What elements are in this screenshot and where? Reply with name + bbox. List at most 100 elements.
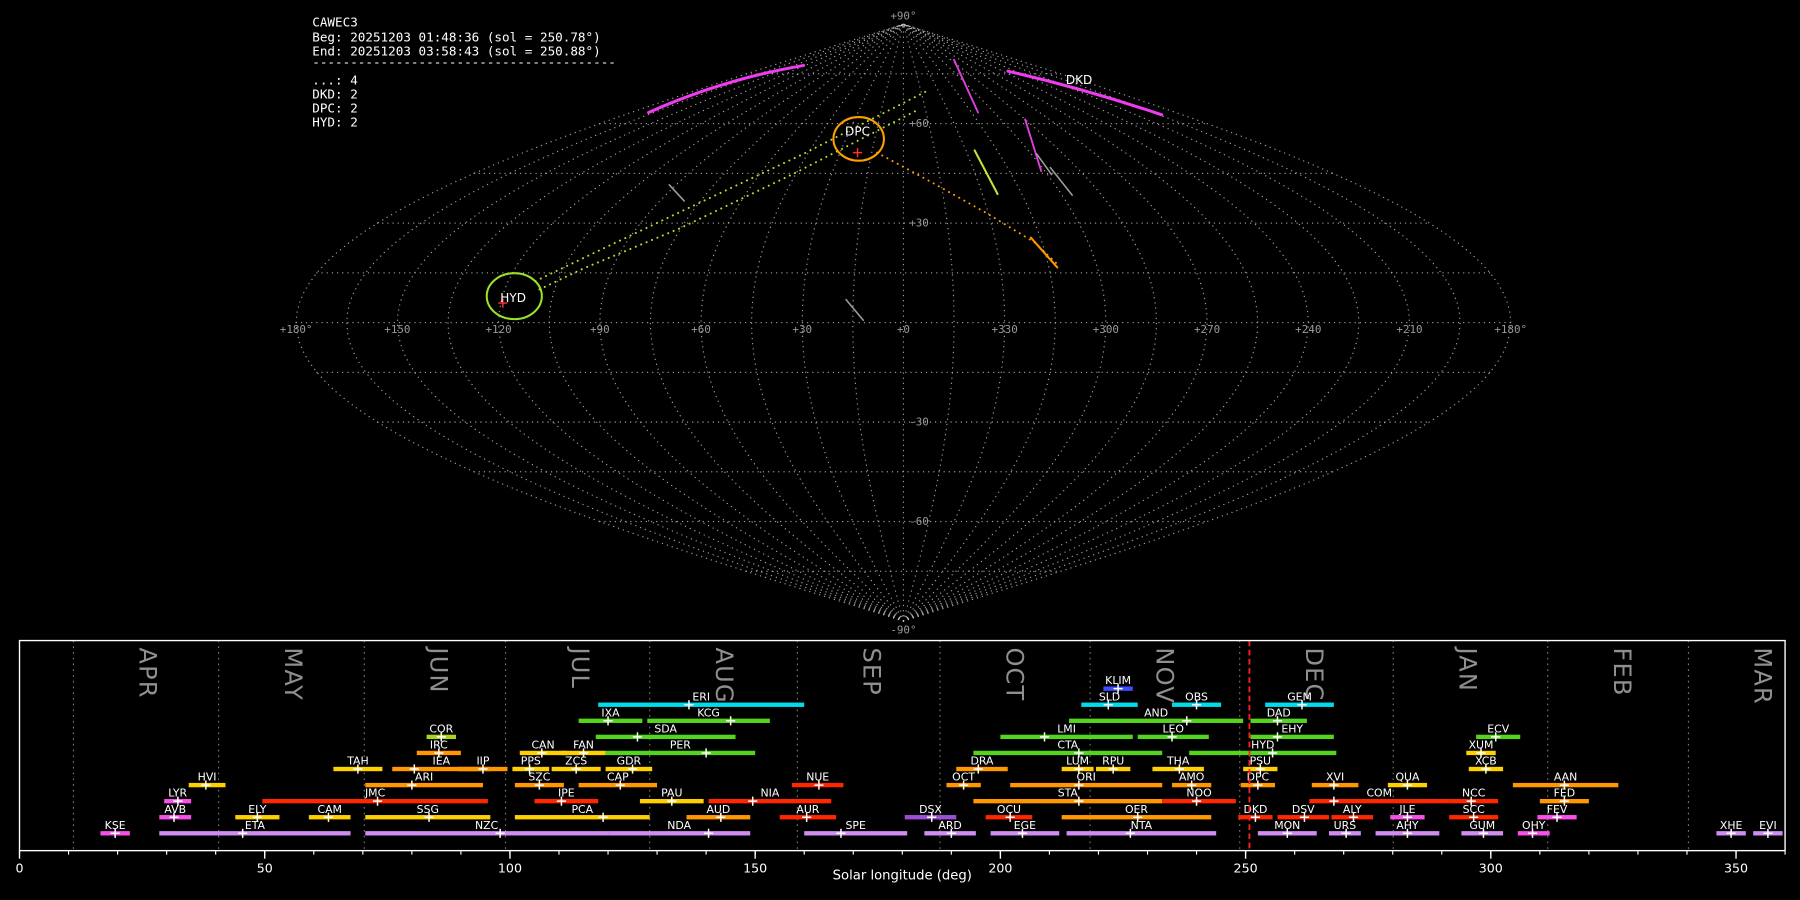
shower-code-label: LEO bbox=[1162, 722, 1184, 735]
tick-label: 100 bbox=[498, 860, 522, 875]
tick-label: 250 bbox=[1234, 860, 1258, 875]
meteor-track bbox=[1049, 166, 1073, 196]
shower-code-label: CTA bbox=[1057, 738, 1078, 751]
shower-code-label: GUM bbox=[1469, 819, 1495, 832]
lon-label: +330 bbox=[992, 323, 1018, 336]
shower-SSG: SSG bbox=[365, 803, 491, 822]
shower-code-label: DAD bbox=[1267, 706, 1291, 719]
shower-code-label: IEA bbox=[433, 755, 451, 768]
shower-activity-timeline: APR MAY JUN JUL AUG SEP OCT NOV DEC JAN FEB MARKLIM… bbox=[15, 639, 1786, 875]
shower-IIP: IIP bbox=[458, 755, 508, 774]
shower-code-label: ARI bbox=[415, 771, 433, 784]
shower-code-label: NZC bbox=[475, 819, 499, 832]
shower-MON: MON bbox=[1257, 819, 1317, 838]
peak-marker bbox=[726, 716, 736, 726]
shower-code-label: CAP bbox=[607, 771, 629, 784]
lon-label: +30 bbox=[792, 323, 812, 336]
lon-label: +150 bbox=[384, 323, 410, 336]
peak-marker bbox=[1329, 796, 1339, 806]
shower-AND: AND bbox=[1069, 706, 1244, 726]
meteor-track bbox=[668, 184, 685, 202]
peak-marker bbox=[598, 812, 608, 822]
shower-EVI: EVI bbox=[1753, 819, 1783, 838]
meteor-track bbox=[973, 149, 999, 196]
shower-SDA: SDA bbox=[595, 722, 736, 742]
shower-RPU: RPU bbox=[1096, 755, 1131, 774]
shower-code-label: ECV bbox=[1487, 722, 1509, 735]
lon-label: +90 bbox=[590, 323, 610, 336]
shower-ORI: ORI bbox=[1010, 771, 1163, 790]
shower-code-label: DSV bbox=[1292, 803, 1315, 816]
meteor-track bbox=[845, 298, 865, 322]
shower-code-label: CAN bbox=[531, 738, 554, 751]
lon-label: +180° bbox=[280, 323, 313, 336]
shower-XCB: XCB bbox=[1468, 755, 1504, 774]
tick-label: 350 bbox=[1724, 860, 1748, 875]
shower-NDA: NDA bbox=[608, 819, 751, 838]
shower-code-label: OER bbox=[1125, 803, 1148, 816]
cams-radiant-plot: +90° +60 +30 -30 -60 -90° +180° +150 +120 +90 +60 +… bbox=[15, 10, 1786, 883]
peak-marker bbox=[1039, 732, 1050, 742]
shower-code-label: NCC bbox=[1462, 787, 1486, 800]
peak-marker bbox=[836, 828, 846, 838]
shower-code-label: HYD bbox=[1251, 738, 1274, 751]
shower-DKD: DKD bbox=[1238, 803, 1273, 822]
shower-code-label: LUM bbox=[1066, 755, 1089, 768]
count-line-DPC: DPC: 2 bbox=[312, 100, 358, 115]
shower-code-label: PER bbox=[670, 738, 691, 751]
shower-code-label: PPS bbox=[521, 755, 541, 768]
shower-code-label: HVI bbox=[198, 771, 217, 784]
tick-label: 150 bbox=[743, 860, 767, 875]
shower-code-label: OCU bbox=[997, 803, 1021, 816]
shower-code-label: EGE bbox=[1014, 819, 1036, 832]
lat-label: +90° bbox=[890, 10, 916, 23]
peak-marker bbox=[632, 732, 643, 742]
shower-ZCS: ZCS bbox=[551, 755, 601, 774]
meteor-track-arc bbox=[647, 63, 806, 114]
shower-code-label: GEM bbox=[1287, 690, 1312, 703]
lon-label: +240 bbox=[1295, 323, 1321, 336]
shower-code-label: KCG bbox=[697, 706, 720, 719]
radiant-drift-trail bbox=[529, 90, 927, 285]
sky-map-radiants: DKD DPC HYD bbox=[485, 58, 1164, 322]
lat-label: +60 bbox=[909, 117, 929, 130]
shower-code-label: ARD bbox=[938, 819, 961, 832]
shower-code-label: NTA bbox=[1131, 819, 1153, 832]
meteor-track bbox=[1024, 118, 1043, 172]
lat-label: -30 bbox=[909, 416, 929, 429]
shower-AUR: AUR bbox=[779, 803, 837, 822]
lon-label: +210 bbox=[1396, 323, 1422, 336]
shower-code-label: ERI bbox=[692, 690, 710, 703]
shower-URS: URS bbox=[1328, 819, 1361, 838]
shower-CAP: CAP bbox=[578, 771, 658, 790]
tick-label: 50 bbox=[257, 860, 273, 875]
shower-code-label: URS bbox=[1334, 819, 1357, 832]
shower-code-label: AUD bbox=[706, 803, 730, 816]
radiant-center-cross bbox=[852, 148, 863, 158]
shower-XHE: XHE bbox=[1716, 819, 1746, 838]
peak-marker bbox=[701, 748, 711, 758]
shower-code-label: AVB bbox=[164, 803, 186, 816]
shower-AUD: AUD bbox=[686, 803, 751, 822]
tick-label: 200 bbox=[988, 860, 1012, 875]
shower-code-label: DSX bbox=[919, 803, 942, 816]
shower-NTA: NTA bbox=[1066, 819, 1217, 838]
shower-OHY: OHY bbox=[1517, 819, 1550, 838]
shower-code-label: OHY bbox=[1522, 819, 1546, 832]
month-label-FEB: FEB bbox=[1608, 647, 1636, 696]
shower-code-label: THA bbox=[1166, 755, 1190, 768]
observation-info: CAWEC3 Beg: 20251203 01:48:36 (sol = 250… bbox=[312, 14, 616, 129]
shower-code-label: NUE bbox=[806, 771, 829, 784]
month-label-MAR: MAR bbox=[1749, 647, 1777, 704]
month-label-JUN: JUN bbox=[424, 645, 452, 693]
begin-time: Beg: 20251203 01:48:36 (sol = 250.78°) bbox=[312, 29, 600, 44]
shower-code-label: ETA bbox=[245, 819, 266, 832]
radiant-label-HYD: HYD bbox=[500, 291, 526, 305]
month-label-JUL: JUL bbox=[566, 645, 594, 689]
month-label-MAY: MAY bbox=[279, 647, 307, 701]
lon-label: +120 bbox=[485, 323, 511, 336]
shower-NOO: NOO bbox=[1162, 787, 1236, 806]
shower-DPC: DPC bbox=[1240, 771, 1276, 790]
month-label-SEP: SEP bbox=[858, 647, 886, 696]
shower-code-label: IXA bbox=[601, 706, 620, 719]
